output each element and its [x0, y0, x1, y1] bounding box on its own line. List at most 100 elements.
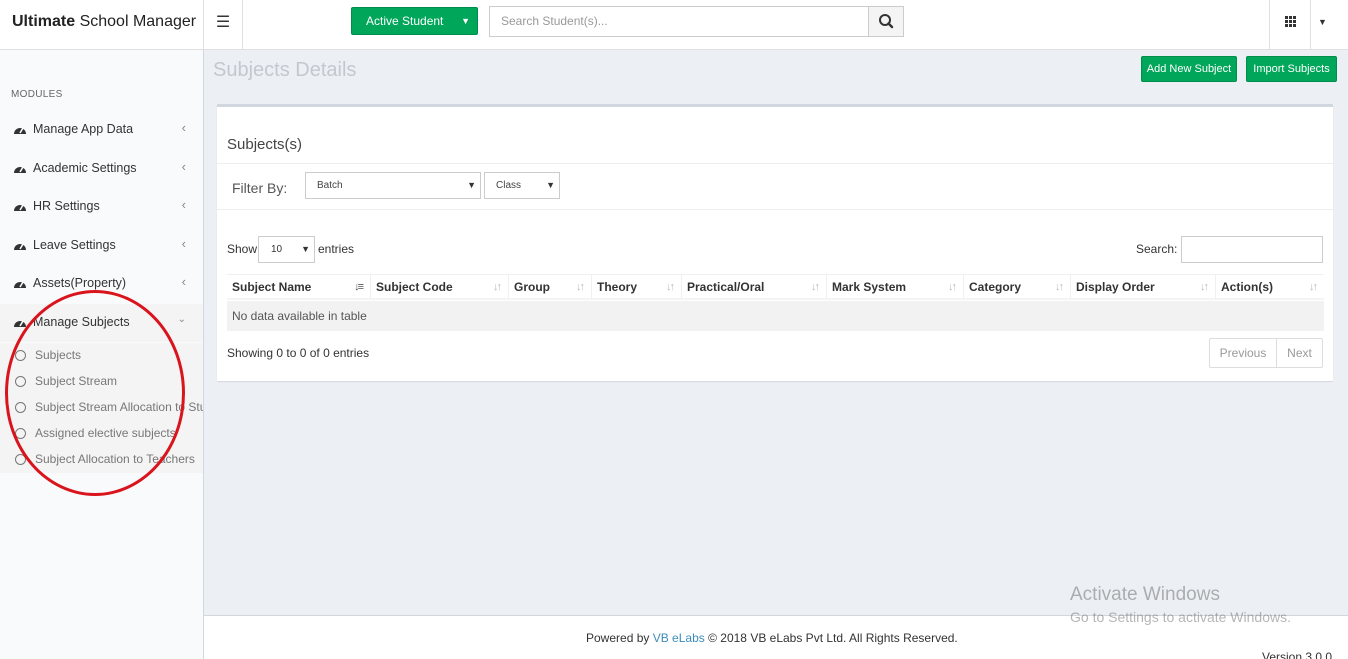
column-header-subject-name[interactable]: Subject Name ↓≡: [227, 275, 371, 299]
sidebar-item-label: Academic Settings: [33, 161, 137, 175]
box-title: Subjects(s): [227, 136, 303, 153]
submenu-item-label: Subject Stream: [35, 374, 118, 388]
table-search-label: Search:: [1136, 242, 1178, 256]
search-button[interactable]: [868, 6, 904, 37]
dashboard-icon: [14, 204, 26, 211]
submenu-item-subject-allocation-teachers[interactable]: Subject Allocation to Teachers: [0, 447, 203, 473]
brand-bold-text: Ultimate: [12, 13, 76, 30]
entries-label: entries: [318, 242, 355, 256]
submenu-item-label: Assigned elective subjects: [35, 426, 176, 440]
column-header-display-order[interactable]: Display Order ↓↑: [1071, 275, 1216, 299]
sort-icon: ↓↑: [576, 281, 585, 293]
app-brand[interactable]: Ultimate School Manager: [0, 0, 204, 50]
sort-icon: ↓↑: [493, 281, 502, 293]
sidebar-item-manage-app-data[interactable]: Manage App Data ‹: [0, 111, 203, 149]
column-label: Subject Code: [376, 280, 453, 294]
sort-icon: ↓↑: [666, 281, 675, 293]
circle-icon: [15, 376, 26, 387]
sort-icon: ↓↑: [1309, 281, 1318, 293]
chevron-down-icon: ⌄: [177, 314, 186, 325]
column-header-practical-oral[interactable]: Practical/Oral ↓↑: [682, 275, 827, 299]
sidebar-item-label: Manage App Data: [33, 122, 134, 136]
dashboard-icon: [14, 320, 26, 327]
dashboard-icon: [14, 243, 26, 250]
sort-asc-icon: ↓≡: [354, 281, 364, 293]
sidebar-item-label: Leave Settings: [33, 238, 116, 252]
windows-activation-watermark-title: Activate Windows: [1070, 584, 1220, 605]
sidebar-item-manage-subjects[interactable]: Manage Subjects ⌄: [0, 304, 203, 342]
manage-subjects-submenu: Subjects Subject Stream Subject Stream A…: [0, 343, 203, 473]
batch-select[interactable]: Batch ▼: [305, 172, 481, 199]
column-header-mark-system[interactable]: Mark System ↓↑: [827, 275, 964, 299]
sidebar-item-label: HR Settings: [33, 199, 100, 213]
table-info: Showing 0 to 0 of 0 entries: [227, 346, 370, 360]
column-header-actions[interactable]: Action(s) ↓↑: [1216, 275, 1324, 299]
sidebar-item-academic-settings[interactable]: Academic Settings ‹: [0, 150, 203, 188]
column-label: Group: [514, 280, 550, 294]
caret-down-icon: ▼: [461, 16, 470, 26]
chevron-left-icon: ‹: [181, 159, 186, 174]
column-label: Theory: [597, 280, 638, 294]
copyright-text: © 2018 VB eLabs Pvt Ltd. All Rights Rese…: [708, 631, 958, 645]
column-label: Display Order: [1076, 280, 1155, 294]
student-status-dropdown[interactable]: Active Student ▼: [351, 7, 478, 35]
chevron-left-icon: ‹: [181, 197, 186, 212]
company-link[interactable]: VB eLabs: [653, 631, 705, 645]
sidebar-item-label: Assets(Property): [33, 276, 127, 290]
table-search-input[interactable]: [1181, 236, 1323, 263]
column-header-theory[interactable]: Theory ↓↑: [592, 275, 682, 299]
submenu-item-subject-stream[interactable]: Subject Stream: [0, 369, 203, 395]
show-label: Show: [227, 242, 258, 256]
grid-icon: [1285, 16, 1296, 27]
dashboard-icon: [14, 127, 26, 134]
powered-by-text: Powered by: [586, 631, 650, 645]
dashboard-icon: [14, 281, 26, 288]
sidebar-item-label: Manage Subjects: [33, 315, 130, 329]
chevron-left-icon: ‹: [181, 274, 186, 289]
caret-down-icon: ▼: [546, 180, 555, 190]
sidebar-toggle-button[interactable]: ☰: [204, 0, 243, 50]
column-header-category[interactable]: Category ↓↑: [964, 275, 1071, 299]
circle-icon: [15, 454, 26, 465]
column-label: Subject Name: [232, 280, 312, 294]
column-header-group[interactable]: Group ↓↑: [509, 275, 592, 299]
sidebar-section-label: MODULES: [11, 89, 63, 100]
column-header-subject-code[interactable]: Subject Code ↓↑: [371, 275, 509, 299]
chevron-left-icon: ‹: [181, 236, 186, 251]
submenu-item-subjects[interactable]: Subjects: [0, 343, 203, 369]
submenu-item-label: Subject Allocation to Teachers: [35, 452, 195, 466]
hamburger-icon: ☰: [215, 14, 231, 31]
sidebar-item-hr-settings[interactable]: HR Settings ‹: [0, 188, 203, 226]
sidebar-item-assets-property[interactable]: Assets(Property) ‹: [0, 265, 203, 303]
windows-activation-watermark-subtitle: Go to Settings to activate Windows.: [1070, 609, 1291, 625]
status-dropdown-label: Active Student: [366, 14, 444, 28]
sort-icon: ↓↑: [811, 281, 820, 293]
page-length-select[interactable]: 10 ▼: [258, 236, 315, 263]
user-menu-caret-icon[interactable]: ▼: [1318, 17, 1327, 27]
class-select[interactable]: Class ▼: [484, 172, 560, 199]
pagination: Previous Next: [1209, 338, 1323, 368]
page-title: Subjects Details: [213, 59, 357, 81]
footer-text: Powered by VB eLabs © 2018 VB eLabs Pvt …: [586, 631, 958, 645]
submenu-item-label: Subjects: [35, 348, 82, 362]
add-new-subject-button[interactable]: Add New Subject: [1141, 56, 1237, 82]
submenu-item-subject-stream-allocation[interactable]: Subject Stream Allocation to Students: [0, 395, 203, 421]
column-label: Action(s): [1221, 280, 1273, 294]
sidebar-item-leave-settings[interactable]: Leave Settings ‹: [0, 227, 203, 265]
sidebar: MODULES Manage App Data ‹ Academic Setti…: [0, 50, 204, 659]
submenu-item-label: Subject Stream Allocation to Students: [35, 400, 203, 414]
previous-page-button[interactable]: Previous: [1210, 339, 1277, 367]
next-page-button[interactable]: Next: [1277, 339, 1322, 367]
sort-icon: ↓↑: [948, 281, 957, 293]
batch-select-value: Batch: [317, 180, 343, 191]
import-subjects-button[interactable]: Import Subjects: [1246, 56, 1337, 82]
caret-down-icon: ▼: [467, 180, 476, 190]
page-length-value: 10: [271, 244, 283, 255]
subjects-box: Subjects(s) Filter By: Batch ▼ Class ▼ S…: [217, 104, 1333, 381]
student-search-input[interactable]: Search Student(s)...: [489, 6, 869, 37]
filter-row: Filter By: Batch ▼ Class ▼: [217, 163, 1333, 210]
column-label: Practical/Oral: [687, 280, 765, 294]
submenu-item-assigned-elective-subjects[interactable]: Assigned elective subjects: [0, 421, 203, 447]
column-label: Category: [969, 280, 1022, 294]
apps-menu-button[interactable]: [1269, 0, 1311, 50]
